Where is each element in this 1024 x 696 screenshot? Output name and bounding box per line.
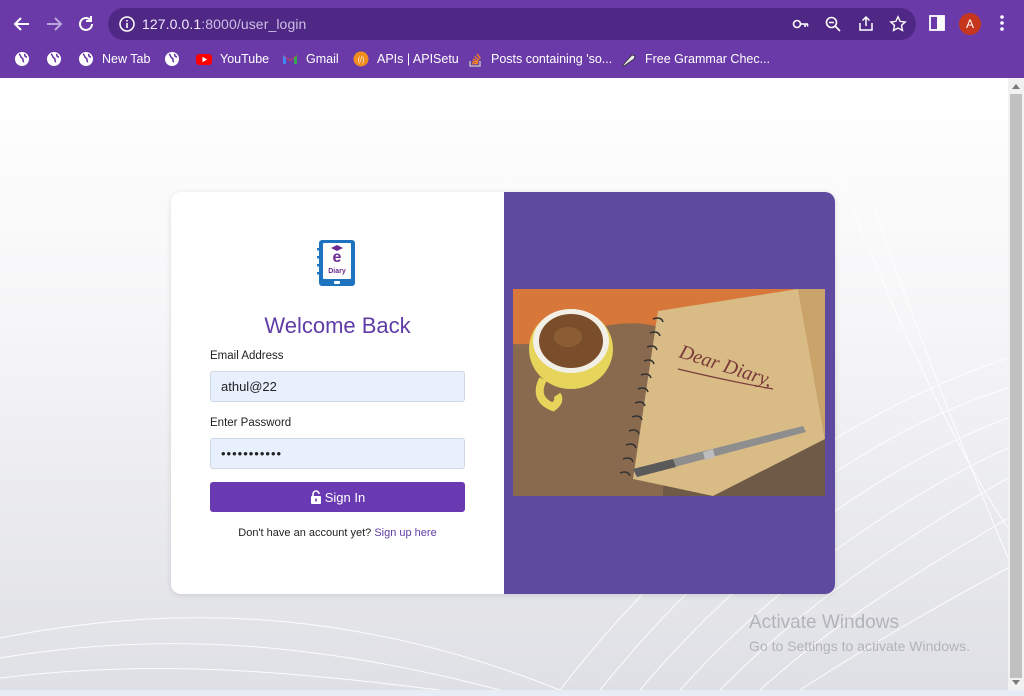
svg-text:e: e xyxy=(333,249,342,266)
profile-avatar[interactable]: A xyxy=(959,13,981,35)
password-field[interactable]: ••••••••••• xyxy=(210,438,465,469)
login-form-panel: e Diary Welcome Back Email Address athul… xyxy=(171,192,504,594)
password-label: Enter Password xyxy=(210,417,292,429)
bookmark-stackoverflow[interactable]: Posts containing 'so... xyxy=(467,48,612,70)
info-icon[interactable] xyxy=(118,15,136,33)
signup-link[interactable]: Sign up here xyxy=(374,527,436,539)
scroll-up-arrow-icon[interactable] xyxy=(1012,84,1020,89)
forward-button[interactable] xyxy=(42,12,66,36)
bookmark-label: Posts containing 'so... xyxy=(491,52,613,66)
sign-in-button[interactable]: Sign In xyxy=(210,482,465,512)
bookmark-globe-2[interactable] xyxy=(46,48,62,70)
signup-text: Don't have an account yet? Sign up here xyxy=(171,527,504,539)
share-icon[interactable] xyxy=(857,15,875,33)
browser-chrome: 127.0.0.1:8000/user_login A New Tab YouT… xyxy=(0,0,1024,78)
email-value: athul@22 xyxy=(221,379,277,394)
logo-text: Diary xyxy=(328,268,346,275)
ediary-logo: e Diary xyxy=(317,240,355,286)
bookmark-gmail[interactable]: Gmail xyxy=(282,48,339,70)
reload-button[interactable] xyxy=(74,12,98,36)
bookmarks-bar: New Tab YouTube Gmail (/) APIs | APISetu… xyxy=(0,48,1024,70)
email-field[interactable]: athul@22 xyxy=(210,371,465,402)
bookmark-youtube[interactable]: YouTube xyxy=(196,48,269,70)
menu-kebab-icon[interactable] xyxy=(992,13,1012,33)
star-icon[interactable] xyxy=(889,15,907,33)
url-host: 127.0.0.1 xyxy=(142,16,202,32)
illustration-panel: Dear Diary, xyxy=(504,192,835,594)
email-label: Email Address xyxy=(210,350,284,362)
signup-prompt: Don't have an account yet? xyxy=(238,527,372,539)
unlock-icon xyxy=(310,490,321,504)
gmail-icon xyxy=(283,55,297,64)
zoom-icon[interactable] xyxy=(824,15,842,33)
bookmark-label: Gmail xyxy=(306,52,339,66)
url-text[interactable]: 127.0.0.1:8000/user_login xyxy=(142,16,306,32)
reload-icon xyxy=(79,16,93,31)
arrow-right-icon xyxy=(47,17,63,31)
address-bar[interactable]: 127.0.0.1:8000/user_login xyxy=(108,8,916,40)
globe-icon xyxy=(15,52,29,66)
bookmark-label: APIs | APISetu xyxy=(377,52,459,66)
key-icon[interactable] xyxy=(792,15,810,33)
svg-text:(/): (/) xyxy=(358,57,365,64)
youtube-icon xyxy=(196,54,212,65)
diary-coffee-image: Dear Diary, xyxy=(513,289,825,496)
password-value: ••••••••••• xyxy=(221,446,283,461)
bookmark-label: YouTube xyxy=(220,52,270,66)
url-path: :8000/user_login xyxy=(201,16,307,32)
bookmark-globe-1[interactable] xyxy=(14,48,30,70)
bookmark-label: New Tab xyxy=(102,52,151,66)
bookmark-globe-3[interactable] xyxy=(164,48,180,70)
globe-icon xyxy=(165,52,179,66)
taskbar-edge xyxy=(0,690,1024,696)
scroll-thumb[interactable] xyxy=(1010,94,1022,678)
activation-watermark-subtitle: Go to Settings to activate Windows. xyxy=(749,638,970,654)
sign-in-label: Sign In xyxy=(324,489,366,505)
page-viewport: e Diary Welcome Back Email Address athul… xyxy=(0,78,1008,690)
page-scrollbar[interactable] xyxy=(1008,78,1024,690)
quill-icon xyxy=(622,54,636,67)
activation-watermark-title: Activate Windows xyxy=(749,612,899,633)
side-panel-icon[interactable] xyxy=(927,13,947,33)
login-card: e Diary Welcome Back Email Address athul… xyxy=(171,192,835,594)
apisetu-icon: (/) xyxy=(353,51,369,67)
globe-icon xyxy=(79,52,93,66)
stackoverflow-icon xyxy=(469,53,481,67)
arrow-left-icon xyxy=(13,17,29,31)
bookmark-grammar[interactable]: Free Grammar Chec... xyxy=(621,48,770,70)
bookmark-label: Free Grammar Chec... xyxy=(645,52,771,66)
bookmark-apisetu[interactable]: (/) APIs | APISetu xyxy=(353,48,459,70)
globe-icon xyxy=(47,52,61,66)
bookmark-new-tab[interactable]: New Tab xyxy=(78,48,150,70)
back-button[interactable] xyxy=(10,12,34,36)
page-title: Welcome Back xyxy=(264,313,411,338)
scroll-down-arrow-icon[interactable] xyxy=(1012,680,1020,685)
